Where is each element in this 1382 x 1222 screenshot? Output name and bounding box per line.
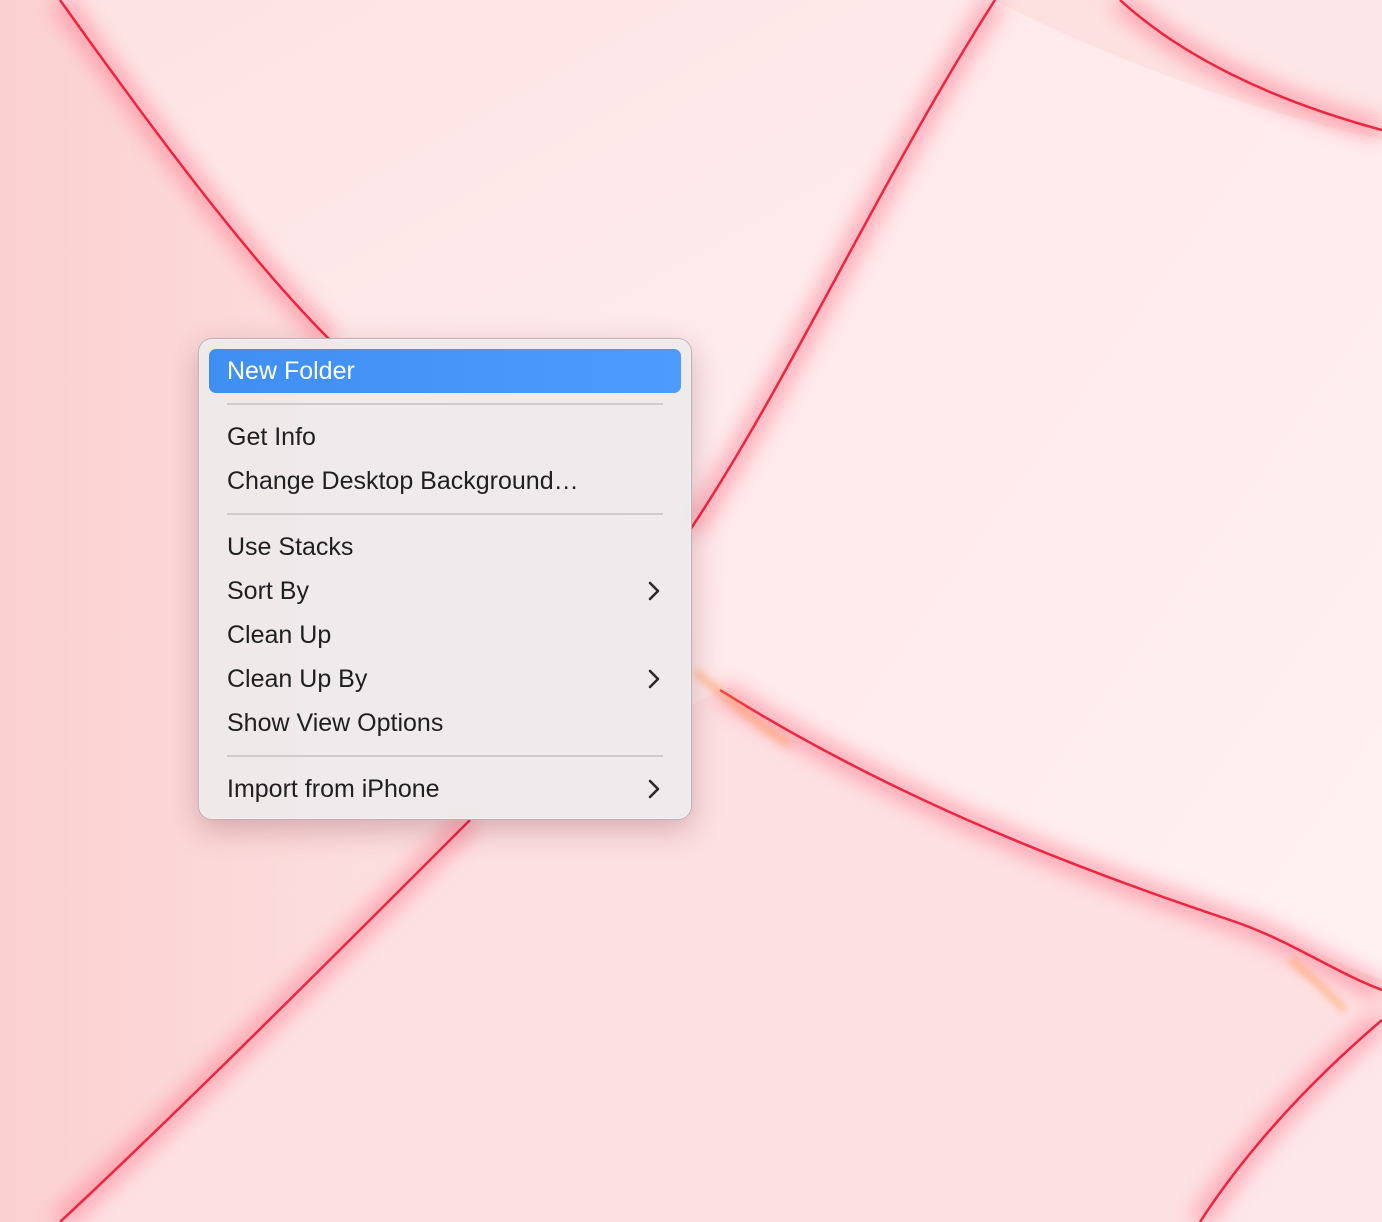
menu-item-import-from-iphone[interactable]: Import from iPhone — [209, 767, 681, 811]
menu-item-label: Show View Options — [227, 709, 444, 737]
menu-separator — [209, 393, 681, 415]
menu-separator — [209, 503, 681, 525]
menu-item-label: Clean Up By — [227, 665, 368, 693]
chevron-right-icon — [645, 767, 663, 811]
menu-item-new-folder[interactable]: New Folder — [209, 349, 681, 393]
menu-item-change-desktop-background[interactable]: Change Desktop Background… — [209, 459, 681, 503]
menu-item-label: Use Stacks — [227, 533, 354, 561]
menu-item-clean-up[interactable]: Clean Up — [209, 613, 681, 657]
desktop-context-menu: New Folder Get Info Change Desktop Backgro… — [198, 338, 692, 820]
menu-item-label: Sort By — [227, 577, 309, 605]
menu-item-label: Get Info — [227, 423, 316, 451]
menu-item-label: Import from iPhone — [227, 775, 440, 803]
chevron-right-icon — [645, 657, 663, 701]
menu-item-label: New Folder — [227, 357, 355, 385]
menu-item-label: Change Desktop Background… — [227, 467, 579, 495]
menu-item-show-view-options[interactable]: Show View Options — [209, 701, 681, 745]
menu-item-use-stacks[interactable]: Use Stacks — [209, 525, 681, 569]
menu-item-clean-up-by[interactable]: Clean Up By — [209, 657, 681, 701]
menu-separator — [209, 745, 681, 767]
menu-item-get-info[interactable]: Get Info — [209, 415, 681, 459]
menu-item-label: Clean Up — [227, 621, 332, 649]
chevron-right-icon — [645, 569, 663, 613]
menu-item-sort-by[interactable]: Sort By — [209, 569, 681, 613]
